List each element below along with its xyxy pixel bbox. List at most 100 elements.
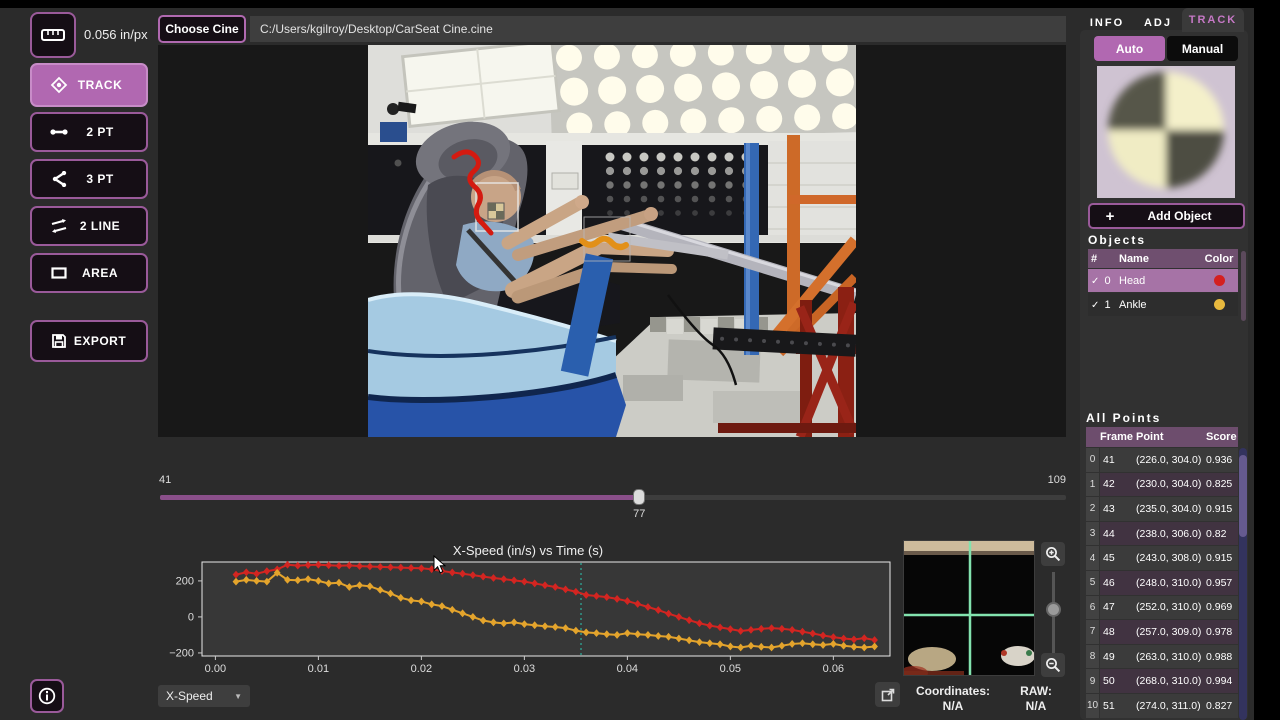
point-frame: 48	[1103, 625, 1115, 638]
scale-value: 0.056 in/px	[84, 27, 148, 42]
point-frame: 46	[1103, 576, 1115, 589]
point-row[interactable]: 9 50 (268.0, 310.0) 0.994	[1086, 669, 1238, 693]
point-coords: (257.0, 309.0)	[1136, 625, 1202, 638]
two-point-tool-button[interactable]: 2 PT	[30, 112, 148, 152]
object-row-head[interactable]: ✓ 0 Head	[1088, 269, 1238, 292]
video-viewer[interactable]	[158, 45, 1066, 437]
point-row[interactable]: 6 47 (252.0, 310.0) 0.969	[1086, 595, 1238, 620]
three-point-tool-label: 3 PT	[86, 172, 114, 186]
auto-mode-button[interactable]: Auto	[1094, 36, 1165, 61]
point-row-index: 7	[1086, 620, 1099, 644]
ruler-icon	[41, 29, 65, 41]
object-number: 1	[1101, 298, 1111, 311]
zoom-in-button[interactable]	[1041, 542, 1065, 566]
area-tool-button[interactable]: AREA	[30, 253, 148, 293]
two-line-tool-button[interactable]: 2 LINE	[30, 206, 148, 246]
point-row[interactable]: 8 49 (263.0, 310.0) 0.988	[1086, 644, 1238, 669]
object-checkbox: ✓	[1091, 299, 1100, 311]
three-point-tool-button[interactable]: 3 PT	[30, 159, 148, 199]
point-row-body: 41 (226.0, 304.0) 0.936	[1100, 448, 1238, 472]
point-row[interactable]: 7 48 (257.0, 309.0) 0.978	[1086, 620, 1238, 644]
point-score: 0.827	[1206, 699, 1233, 712]
zoom-out-icon	[1046, 658, 1061, 673]
scale-button[interactable]	[30, 12, 76, 58]
timeline-slider[interactable]	[160, 489, 1066, 505]
two-point-tool-label: 2 PT	[86, 125, 114, 139]
tab-adj[interactable]: ADJ	[1138, 12, 1178, 34]
point-score: 0.969	[1206, 601, 1233, 614]
track-tool-button[interactable]: TRACK	[30, 63, 148, 107]
point-row[interactable]: 3 44 (238.0, 306.0) 0.82	[1086, 521, 1238, 546]
svg-text:0.03: 0.03	[514, 663, 535, 675]
point-row[interactable]: 10 51 (274.0, 311.0) 0.827	[1086, 693, 1238, 718]
point-score: 0.915	[1206, 502, 1233, 515]
two-line-tool-label: 2 LINE	[79, 219, 121, 233]
zoom-out-button[interactable]	[1041, 653, 1065, 677]
export-button[interactable]: EXPORT	[30, 320, 148, 362]
coordinates-label: Coordinates:	[915, 684, 990, 698]
point-score: 0.988	[1206, 650, 1233, 663]
screen-edge	[1254, 0, 1280, 720]
objects-scrollbar[interactable]	[1241, 251, 1246, 321]
tracking-minimap[interactable]	[903, 540, 1035, 676]
point-frame: 51	[1103, 699, 1115, 712]
point-score: 0.957	[1206, 576, 1233, 589]
timeline-current-label: 77	[633, 508, 646, 520]
target-marker-image	[1097, 66, 1235, 198]
svg-text:−200: −200	[169, 647, 194, 659]
video-frame[interactable]	[368, 45, 856, 437]
object-checkbox-num: ✓ 0	[1088, 275, 1115, 287]
point-row-body: 46 (248.0, 310.0) 0.957	[1100, 570, 1238, 595]
point-row-index: 1	[1086, 472, 1099, 497]
choose-cine-button[interactable]: Choose Cine	[158, 15, 246, 43]
chart-title: X-Speed (in/s) vs Time (s)	[452, 543, 604, 558]
point-row-body: 47 (252.0, 310.0) 0.969	[1100, 595, 1238, 620]
two-line-icon	[48, 218, 70, 234]
svg-text:200: 200	[176, 575, 194, 587]
chart-metric-dropdown[interactable]: X-Speed ▼	[158, 685, 250, 707]
point-coords: (274.0, 311.0)	[1136, 699, 1201, 712]
object-checkbox-num: ✓ 1	[1088, 299, 1115, 311]
point-row[interactable]: 1 42 (230.0, 304.0) 0.825	[1086, 472, 1238, 497]
all-points-scrollbar-thumb[interactable]	[1239, 455, 1247, 537]
svg-text:0.04: 0.04	[617, 663, 638, 675]
point-coords: (263.0, 310.0)	[1136, 650, 1202, 663]
chart-plot-area	[201, 561, 891, 657]
point-coords: (230.0, 304.0)	[1136, 478, 1202, 491]
point-score: 0.915	[1206, 552, 1233, 565]
point-coords: (268.0, 310.0)	[1136, 675, 1202, 688]
point-row-body: 49 (263.0, 310.0) 0.988	[1100, 644, 1238, 669]
tab-info[interactable]: INFO	[1084, 12, 1130, 34]
skylight-panel	[400, 45, 561, 128]
point-row[interactable]: 2 43 (235.0, 304.0) 0.915	[1086, 497, 1238, 521]
manual-mode-button[interactable]: Manual	[1167, 36, 1238, 61]
save-icon	[48, 333, 70, 349]
point-row[interactable]: 4 45 (243.0, 308.0) 0.915	[1086, 546, 1238, 570]
object-color-cell	[1200, 275, 1238, 286]
point-row[interactable]: 5 46 (248.0, 310.0) 0.957	[1086, 570, 1238, 595]
xspeed-chart[interactable]: 200 0 −200 0.00 0.01 0.02 0.03 0.04 0.05 0.06	[158, 538, 898, 680]
point-row-index: 4	[1086, 546, 1099, 570]
info-button[interactable]	[30, 679, 64, 713]
point-row-index: 9	[1086, 669, 1099, 693]
point-coords: (235.0, 304.0)	[1136, 502, 1202, 515]
add-object-button[interactable]: + Add Object	[1088, 203, 1245, 229]
svg-text:0.00: 0.00	[205, 663, 226, 675]
point-frame: 41	[1103, 453, 1115, 466]
two-point-icon	[48, 127, 70, 137]
object-row-ankle[interactable]: ✓ 1 Ankle	[1088, 293, 1238, 316]
ceiling-light-panel	[548, 45, 856, 143]
cine-path-field[interactable]: C:/Users/kgilroy/Desktop/CarSeat Cine.ci…	[250, 16, 1066, 42]
tab-track[interactable]: TRACK	[1182, 8, 1244, 32]
point-coords: (226.0, 304.0)	[1136, 453, 1202, 466]
point-row-index: 5	[1086, 570, 1099, 595]
point-coords: (252.0, 310.0)	[1136, 601, 1202, 614]
chevron-down-icon: ▼	[234, 691, 242, 701]
popout-chart-button[interactable]	[875, 682, 900, 707]
point-row[interactable]: 0 41 (226.0, 304.0) 0.936	[1086, 448, 1238, 472]
three-point-icon	[48, 171, 70, 187]
point-frame: 42	[1103, 478, 1115, 491]
raw-label: RAW:	[1020, 684, 1052, 698]
timeline-thumb[interactable]	[633, 489, 646, 505]
minimap-zoom-thumb[interactable]	[1046, 602, 1061, 617]
